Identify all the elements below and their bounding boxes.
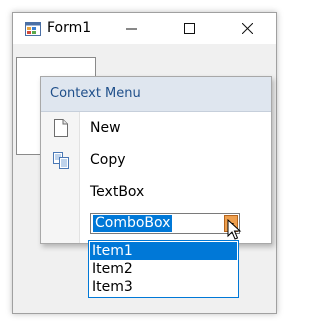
context-menu-title: Context Menu [50,86,141,101]
menu-item-label: New [90,120,121,136]
mouse-pointer-icon [227,219,242,240]
close-icon [241,23,253,34]
menu-item-textbox[interactable]: TextBox [41,176,271,208]
minimize-icon [125,28,137,30]
dropdown-option[interactable]: Item3 [90,278,237,296]
copy-icon [53,152,69,169]
dropdown-option[interactable]: Item2 [90,260,237,278]
window-title: Form1 [47,20,92,36]
minimize-button[interactable] [108,13,154,44]
menu-item-copy[interactable]: Copy [41,144,271,176]
combobox-value[interactable]: ComboBox [93,215,173,232]
menu-item-label: Copy [90,152,126,168]
combobox[interactable]: ComboBox [90,213,240,234]
title-bar[interactable]: Form1 [13,13,276,44]
combobox-dropdown-list: Item1 Item2 Item3 [88,240,239,298]
maximize-button[interactable] [166,13,212,44]
close-button[interactable] [224,13,270,44]
menu-item-new[interactable]: New [41,112,271,144]
menu-item-label: TextBox [90,184,145,200]
new-document-icon [54,119,68,137]
maximize-icon [183,23,195,34]
winforms-app-icon [25,22,41,36]
context-menu-header: Context Menu [41,77,271,112]
dropdown-option[interactable]: Item1 [90,242,237,260]
